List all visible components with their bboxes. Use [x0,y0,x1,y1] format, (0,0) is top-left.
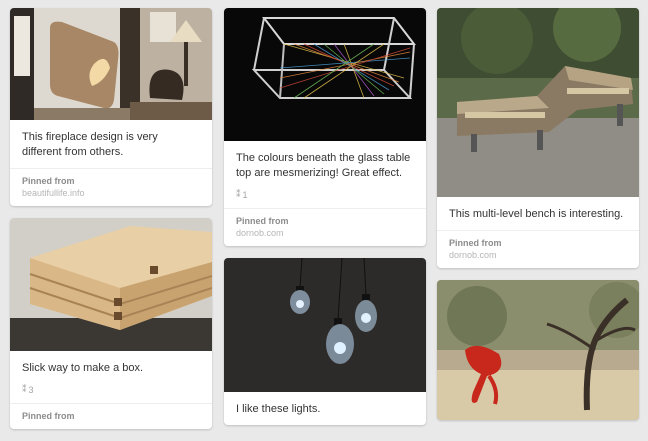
pin-image-chair[interactable] [437,280,639,420]
pin-image-box[interactable] [10,218,212,351]
pin-column-1: This fireplace design is very different … [10,8,212,441]
pin-description: I like these lights. [236,403,321,415]
pin-card-lights[interactable]: I like these lights. [224,258,426,425]
pin-source-domain[interactable]: dornob.com [236,228,414,238]
pin-column-2: The colours beneath the glass table top … [224,8,426,437]
pin-source-domain[interactable]: beautifullife.info [22,188,200,198]
pin-source[interactable]: Pinned from dornob.com [224,208,426,246]
pin-source-domain[interactable]: dornob.com [449,250,627,260]
pin-source[interactable]: Pinned from dornob.com [437,230,639,268]
pin-description: The colours beneath the glass table top … [236,152,411,179]
repin-count: 1 [242,189,248,200]
pin-repin-count: ⁑ 1 [224,189,426,208]
pin-card-box[interactable]: Slick way to make a box. ⁑ 3 Pinned from [10,218,212,429]
pin-card-fireplace[interactable]: This fireplace design is very different … [10,8,212,206]
pin-source[interactable]: Pinned from [10,403,212,429]
repin-icon: ⁑ [22,384,26,394]
pin-card-glass-table[interactable]: The colours beneath the glass table top … [224,8,426,246]
pinned-from-label: Pinned from [449,238,502,248]
pin-repin-count: ⁑ 3 [10,384,212,403]
pin-description: Slick way to make a box. [22,362,144,374]
pin-description: This multi-level bench is interesting. [449,208,624,220]
pin-description: This fireplace design is very different … [22,131,158,158]
pin-source[interactable]: Pinned from beautifullife.info [10,168,212,206]
repin-icon: ⁑ [236,189,240,199]
pinned-from-label: Pinned from [236,216,289,226]
pin-image-lights[interactable] [224,258,426,392]
pin-image-bench[interactable] [437,8,639,197]
pin-column-3: This multi-level bench is interesting. P… [437,8,639,432]
pin-image-glass-table[interactable] [224,8,426,141]
pin-image-fireplace[interactable] [10,8,212,120]
pin-card-chair[interactable] [437,280,639,420]
pin-grid: This fireplace design is very different … [0,0,648,437]
pinned-from-label: Pinned from [22,176,75,186]
repin-count: 3 [28,384,34,395]
pinned-from-label: Pinned from [22,411,75,421]
pin-card-bench[interactable]: This multi-level bench is interesting. P… [437,8,639,268]
